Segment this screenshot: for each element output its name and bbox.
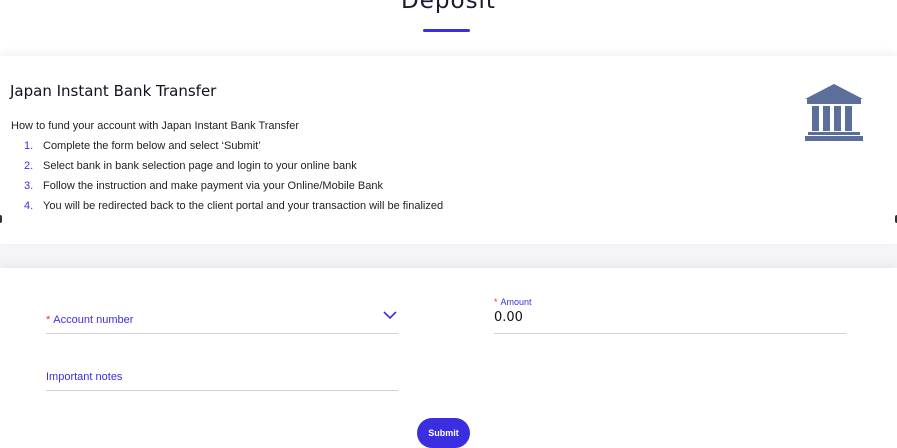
amount-label-text: Amount: [500, 297, 532, 307]
account-number-select[interactable]: * Account number: [46, 306, 398, 334]
required-mark: *: [46, 314, 51, 326]
important-notes-field[interactable]: Important notes: [46, 367, 398, 391]
step-text: Select bank in bank selection page and l…: [43, 160, 357, 172]
page-title: Deposit: [401, 0, 496, 14]
submit-button[interactable]: Submit: [417, 418, 470, 448]
amount-input[interactable]: [494, 310, 834, 325]
required-mark: *: [494, 297, 498, 307]
method-title: Japan Instant Bank Transfer: [10, 82, 217, 100]
amount-label: * Amount: [494, 297, 532, 307]
method-info-card: Japan Instant Bank Transfer How to fund …: [0, 56, 897, 244]
bank-icon: [805, 84, 863, 141]
step-number: 4.: [24, 200, 34, 212]
title-underline: [423, 29, 470, 32]
step-text: Follow the instruction and make payment …: [43, 180, 383, 192]
account-number-label-text: Account number: [53, 314, 134, 326]
important-notes-label: Important notes: [46, 371, 123, 383]
step-number: 2.: [24, 160, 34, 172]
chevron-down-icon[interactable]: [383, 311, 397, 320]
howto-text: How to fund your account with Japan Inst…: [11, 120, 299, 132]
amount-field[interactable]: * Amount: [494, 296, 846, 334]
deposit-form: *Account number *Amount Important notes …: [0, 268, 897, 448]
step-number: 3.: [24, 180, 34, 192]
account-number-label: * Account number: [46, 314, 133, 326]
page-header: Deposit: [0, 0, 897, 56]
carousel-edge-left: [0, 215, 2, 223]
step-text: Complete the form below and select ‘Subm…: [43, 140, 261, 152]
step-text: You will be redirected back to the clien…: [43, 200, 444, 212]
step-number: 1.: [24, 140, 34, 152]
